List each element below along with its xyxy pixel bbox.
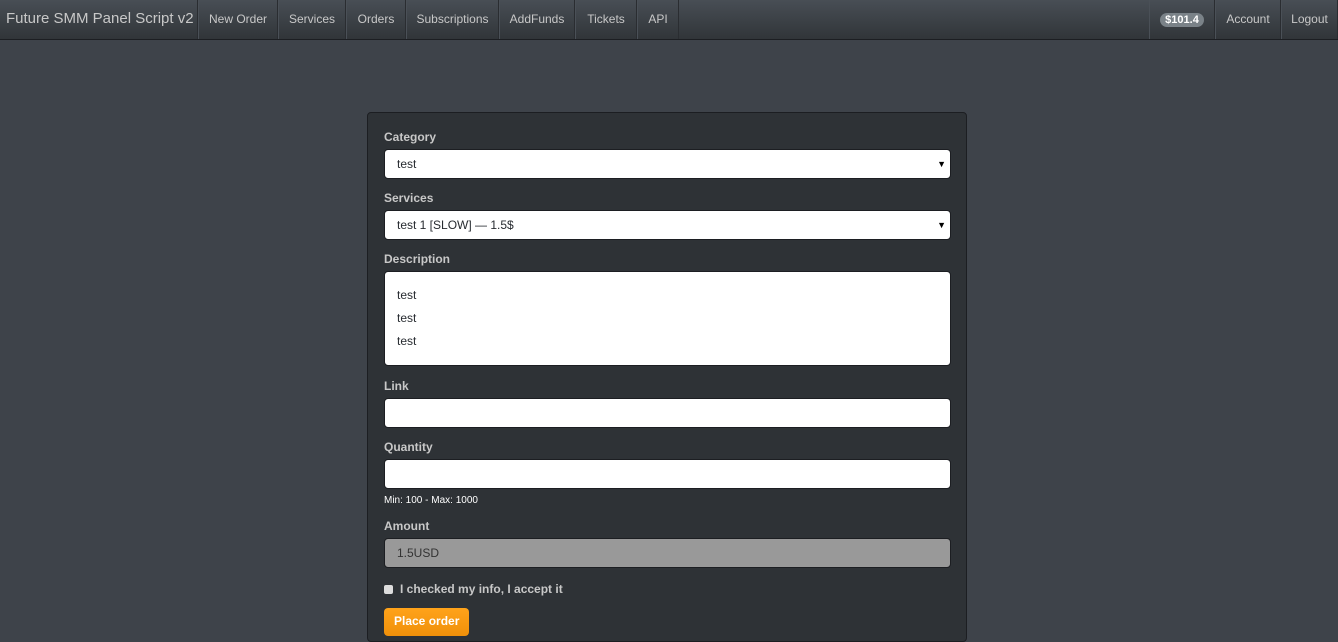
amount-label: Amount (384, 519, 430, 533)
description-line: test (397, 311, 417, 325)
brand[interactable]: Future SMM Panel Script v2 (0, 0, 198, 39)
services-select[interactable]: test 1 [SLOW] — 1.5$ ▼ (384, 210, 951, 240)
category-value: test (397, 157, 417, 171)
description-line: test (397, 334, 417, 348)
nav-new-order[interactable]: New Order (198, 0, 278, 39)
description-box[interactable]: test test test (384, 271, 951, 366)
balance-badge: $101.4 (1160, 13, 1204, 27)
nav-orders[interactable]: Orders (346, 0, 406, 39)
nav-subscriptions[interactable]: Subscriptions (406, 0, 499, 39)
chevron-down-icon: ▼ (937, 159, 946, 169)
description-line: test (397, 288, 417, 302)
accept-checkbox-row[interactable]: I checked my info, I accept it (384, 582, 950, 596)
nav-addfunds[interactable]: AddFunds (499, 0, 575, 39)
nav-balance[interactable]: $101.4 (1149, 0, 1215, 39)
quantity-label: Quantity (384, 440, 433, 454)
quantity-input[interactable] (384, 459, 951, 489)
link-input[interactable] (384, 398, 951, 428)
quantity-help: Min: 100 - Max: 1000 (384, 495, 478, 506)
services-label: Services (384, 191, 434, 205)
link-label: Link (384, 379, 409, 393)
navbar: Future SMM Panel Script v2 New Order Ser… (0, 0, 1338, 40)
nav-logout[interactable]: Logout (1281, 0, 1338, 39)
chevron-down-icon: ▼ (937, 220, 946, 230)
services-value: test 1 [SLOW] — 1.5$ (397, 218, 514, 232)
place-order-button[interactable]: Place order (384, 608, 470, 636)
nav-tickets[interactable]: Tickets (575, 0, 637, 39)
description-label: Description (384, 252, 451, 266)
nav-services[interactable]: Services (278, 0, 346, 39)
amount-field: 1.5USD (384, 538, 951, 568)
category-label: Category (384, 130, 437, 144)
nav-account[interactable]: Account (1215, 0, 1281, 39)
accept-label: I checked my info, I accept it (400, 582, 563, 596)
accept-checkbox[interactable] (384, 584, 393, 594)
new-order-form: Category test ▼ Services test 1 [SLOW] — … (367, 112, 967, 642)
nav-api[interactable]: API (637, 0, 679, 39)
category-select[interactable]: test ▼ (384, 149, 951, 179)
